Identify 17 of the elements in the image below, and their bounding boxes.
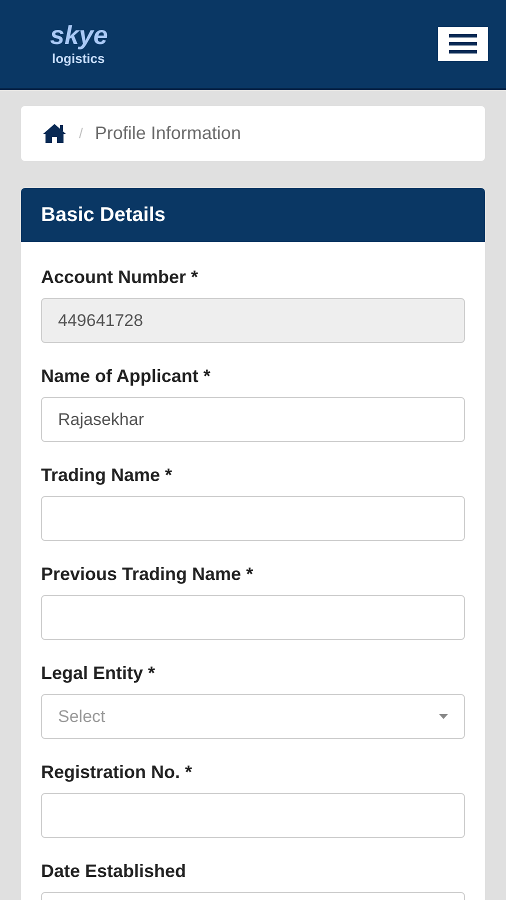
field-label: Date Established xyxy=(41,860,188,882)
field-label: Name of Applicant * xyxy=(41,365,212,387)
field-label: Legal Entity * xyxy=(41,662,156,684)
home-icon[interactable] xyxy=(42,123,67,144)
field-label: Registration No. * xyxy=(41,761,194,783)
text-field[interactable]: Rajasekhar xyxy=(41,397,465,442)
menu-button[interactable] xyxy=(438,27,488,61)
logo-title: skye xyxy=(50,21,108,49)
field-label: Previous Trading Name * xyxy=(41,563,254,585)
breadcrumb-current: Profile Information xyxy=(94,122,241,145)
field-label: Trading Name * xyxy=(41,464,174,486)
panel-title: Basic Details xyxy=(41,203,166,228)
logo-subtitle: logistics xyxy=(52,51,105,67)
dropdown-caret-icon xyxy=(439,714,448,719)
breadcrumb-separator: / xyxy=(79,124,83,143)
field-label: Account Number * xyxy=(41,266,200,288)
menu-icon xyxy=(449,33,477,55)
